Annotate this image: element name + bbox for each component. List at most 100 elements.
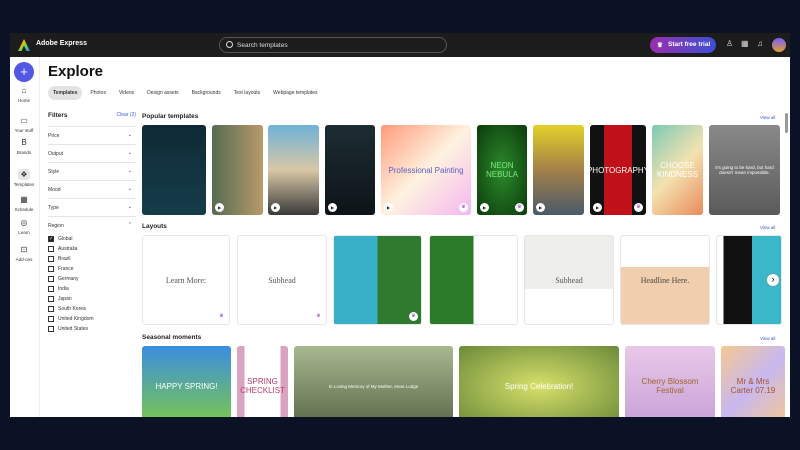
play-icon[interactable]: ▶ [384, 203, 393, 212]
seasonal-card[interactable]: Spring Celebration! [459, 346, 619, 417]
layouts-card[interactable]: Headline Here. [620, 235, 710, 325]
rail-item-your-stuff[interactable]: ▭ Your stuff [10, 115, 38, 133]
clear-filters-link[interactable]: Clear (2) [117, 112, 136, 118]
view-all-layouts[interactable]: View all [760, 225, 775, 230]
play-icon[interactable]: ▶ [271, 203, 280, 212]
avatar[interactable] [772, 38, 786, 52]
rail-item-learn[interactable]: ◎ Learn [10, 217, 38, 235]
checkbox[interactable] [48, 316, 54, 322]
checkbox[interactable] [48, 256, 54, 262]
scrollbar[interactable] [785, 113, 788, 133]
top-bar: Adobe Express Search templates ♛ Start fr… [10, 33, 790, 57]
next-arrow-button[interactable]: › [767, 274, 779, 286]
tab-design-assets[interactable]: Design assets [142, 86, 183, 100]
crown-icon: ♛ [657, 42, 663, 49]
section-layouts-title: Layouts [142, 223, 167, 230]
tab-backgrounds[interactable]: Backgrounds [187, 86, 226, 100]
apps-icon[interactable]: ▦ [741, 40, 749, 48]
app-name[interactable]: Adobe Express [36, 40, 87, 47]
chevron-down-icon: ⌄ [127, 150, 132, 156]
rail-item-brands[interactable]: B Brands [10, 137, 38, 155]
filter-price[interactable]: Price ⌄ [48, 126, 136, 144]
layouts-card[interactable]: ♛ [333, 235, 422, 325]
adobe-express-logo[interactable] [18, 39, 30, 51]
filter-mood[interactable]: Mood ⌄ [48, 180, 136, 198]
region-checkbox-australia[interactable]: Australia [48, 244, 136, 254]
tab-videos[interactable]: Videos [114, 86, 139, 100]
rail-item-schedule[interactable]: ▦ Schedule [10, 194, 38, 212]
learn-icon[interactable]: ♙ [726, 40, 733, 48]
tab-photos[interactable]: Photos [85, 86, 111, 100]
checkbox[interactable] [48, 296, 54, 302]
region-checkbox-united-states[interactable]: United States [48, 324, 136, 334]
seasonal-card-text: In Loving Memory of My Mother, Irene Lod… [328, 383, 419, 389]
popular-card[interactable]: It's going to be hard, but hard doesn't … [709, 125, 780, 215]
play-icon[interactable]: ▶ [593, 203, 602, 212]
seasonal-card-text: SPRING CHECKLIST [240, 377, 285, 395]
region-checkbox-brazil[interactable]: Brazil [48, 254, 136, 264]
bell-icon[interactable]: ♫ [757, 40, 763, 48]
play-icon[interactable]: ▶ [536, 203, 545, 212]
popular-card[interactable]: PHOTOGRAPHY ▶ ♛ [590, 125, 646, 215]
layouts-card[interactable] [429, 235, 518, 325]
seasonal-card[interactable]: Cherry Blossom Festival [625, 346, 715, 417]
seasonal-card[interactable]: Mr & Mrs Carter 07.19 [721, 346, 785, 417]
checkbox[interactable] [48, 286, 54, 292]
left-rail: + ⌂ Home ▭ Your stuff B Brands ❖ Templates ▦ Sche… [10, 57, 40, 417]
play-icon[interactable]: ▶ [480, 203, 489, 212]
region-checkbox-global[interactable]: ✓ Global [48, 234, 136, 244]
seasonal-card[interactable]: In Loving Memory of My Mother, Irene Lod… [294, 346, 453, 417]
popular-card[interactable]: ▶ [268, 125, 319, 215]
region-checkbox-japan[interactable]: Japan [48, 294, 136, 304]
filters-title: Filters [48, 112, 68, 119]
popular-card[interactable]: NEON NEBULA ▶ ♛ [477, 125, 527, 215]
tab-text-layouts[interactable]: Text layouts [229, 86, 265, 100]
checkbox[interactable] [48, 326, 54, 332]
rail-item-add-ons[interactable]: ⊡ Add-ons [10, 244, 38, 262]
checkbox[interactable] [48, 306, 54, 312]
rail-item-templates[interactable]: ❖ Templates [10, 169, 38, 187]
popular-card[interactable] [142, 125, 206, 215]
filter-output[interactable]: Output ⌄ [48, 144, 136, 162]
checkbox-label: France [58, 266, 74, 272]
layouts-card[interactable]: Subhead ♛ [237, 235, 327, 325]
play-icon[interactable]: ▶ [328, 203, 337, 212]
popular-card[interactable]: CHOOSE KINDNESS [652, 125, 703, 215]
layouts-card[interactable]: Learn More: ♛ [142, 235, 230, 325]
view-all-popular[interactable]: View all [760, 115, 775, 120]
checkbox[interactable]: ✓ [48, 236, 54, 242]
filter-type[interactable]: Type ⌄ [48, 198, 136, 216]
seasonal-card[interactable]: HAPPY SPRING! [142, 346, 231, 417]
region-checkbox-india[interactable]: India [48, 284, 136, 294]
tab-templates[interactable]: Templates [48, 86, 83, 100]
popular-card[interactable]: Professional Painting ▶ ♛ [381, 125, 471, 215]
create-button[interactable]: + [14, 62, 34, 82]
filter-region[interactable]: Region ⌃ [48, 216, 136, 234]
checkbox[interactable] [48, 266, 54, 272]
play-icon[interactable]: ▶ [215, 203, 224, 212]
popular-card[interactable]: ▶ [533, 125, 584, 215]
region-checkbox-south-korea[interactable]: South Korea [48, 304, 136, 314]
region-checkbox-germany[interactable]: Germany [48, 274, 136, 284]
filters-panel: Filters Clear (2) Price ⌄ Output ⌄ Style ⌄ Mood… [48, 112, 136, 334]
filter-label: Output [48, 151, 64, 157]
seasonal-card[interactable]: SPRING CHECKLIST [237, 346, 288, 417]
region-checkbox-france[interactable]: France [48, 264, 136, 274]
view-all-seasonal[interactable]: View all [760, 336, 775, 341]
region-checkbox-united-kingdom[interactable]: United Kingdom [48, 314, 136, 324]
chevron-down-icon: ⌄ [127, 168, 132, 174]
add-ons-icon: ⊡ [20, 245, 28, 254]
tab-webpage-templates[interactable]: Webpage templates [268, 86, 322, 100]
layouts-card[interactable]: Subhead [524, 235, 614, 325]
checkbox[interactable] [48, 276, 54, 282]
popular-card[interactable]: ▶ [325, 125, 375, 215]
filter-label: Style [48, 169, 60, 175]
filter-style[interactable]: Style ⌄ [48, 162, 136, 180]
filter-label: Price [48, 133, 60, 139]
page-title: Explore [48, 63, 104, 80]
rail-item-home[interactable]: ⌂ Home [10, 85, 38, 103]
search-input[interactable]: Search templates [219, 37, 447, 53]
popular-card[interactable]: ▶ [212, 125, 263, 215]
checkbox[interactable] [48, 246, 54, 252]
start-free-trial-button[interactable]: ♛ Start free trial [650, 37, 716, 53]
